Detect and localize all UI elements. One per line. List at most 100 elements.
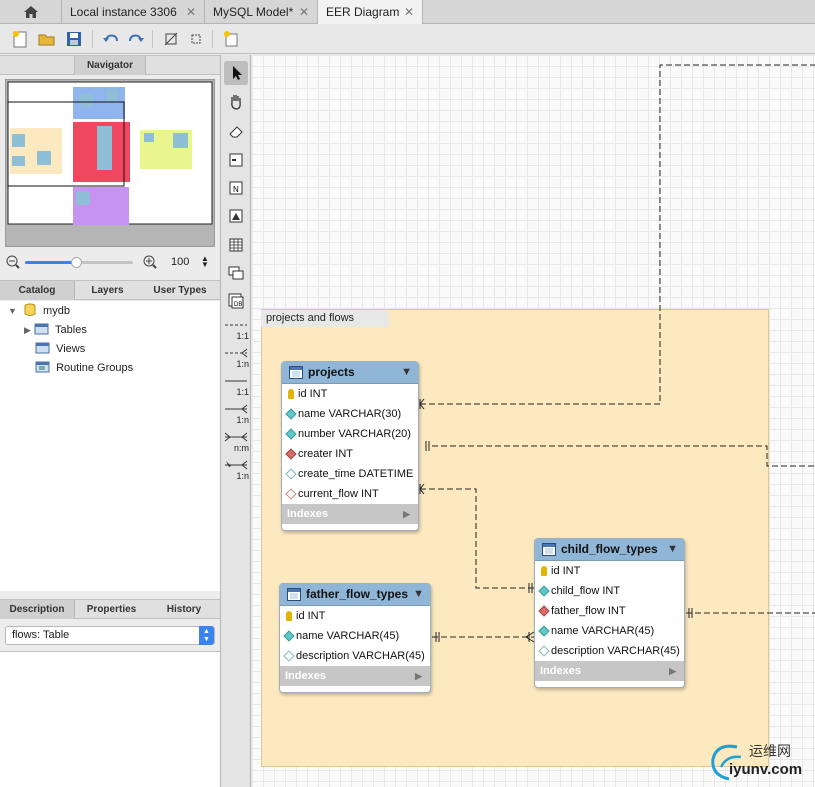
new-model-button[interactable] xyxy=(10,29,30,49)
close-tab-icon[interactable]: ✕ xyxy=(186,0,196,24)
view-tool[interactable] xyxy=(224,261,248,285)
tab-local-instance[interactable]: Local instance 3306 ✕ xyxy=(62,0,205,24)
column-row[interactable]: id INT xyxy=(535,561,684,581)
close-tab-icon[interactable]: ✕ xyxy=(404,0,414,24)
disclosure-closed-icon[interactable]: ▶ xyxy=(24,325,31,335)
eer-diagram-canvas[interactable]: projects and flows projects ▼ id INT nam… xyxy=(252,55,815,787)
column-nullable-icon xyxy=(538,645,550,657)
layer-tool[interactable] xyxy=(224,148,248,172)
relationship-1-1-identifying-tool[interactable]: 1:1 xyxy=(223,375,249,401)
column-row[interactable]: name VARCHAR(45) xyxy=(535,621,684,641)
column-row[interactable]: id INT xyxy=(280,606,430,626)
zoom-out-button[interactable] xyxy=(6,255,20,272)
column-row[interactable]: number VARCHAR(20) xyxy=(282,424,418,444)
collapse-arrow-icon[interactable]: ▼ xyxy=(667,543,678,555)
indexes-section[interactable]: Indexes ▶ xyxy=(282,504,418,524)
tab-layers[interactable]: Layers xyxy=(75,281,140,300)
cursor-arrow-icon xyxy=(233,66,242,80)
relationship-1-n-identifying-tool[interactable]: 1:n xyxy=(223,403,249,429)
table-header[interactable]: projects ▼ xyxy=(282,362,418,384)
zoom-slider[interactable] xyxy=(25,257,133,268)
column-row[interactable]: description VARCHAR(45) xyxy=(535,641,684,661)
expand-arrow-icon[interactable]: ▶ xyxy=(415,666,422,686)
hand-tool[interactable] xyxy=(224,90,248,114)
tree-item-tables[interactable]: ▶ Tables xyxy=(24,321,87,340)
table-header[interactable]: child_flow_types ▼ xyxy=(535,539,684,561)
tree-item-views[interactable]: Views xyxy=(35,340,85,359)
tree-label: Routine Groups xyxy=(56,362,134,374)
relationship-tool-label: n:m xyxy=(233,443,249,453)
table-father-flow-types[interactable]: father_flow_types ▼ id INT name VARCHAR(… xyxy=(279,583,431,693)
relationship-projects-upper[interactable] xyxy=(420,64,815,405)
column-row[interactable]: description VARCHAR(45) xyxy=(280,646,430,666)
toggle-grid-button[interactable] xyxy=(161,29,181,49)
tab-properties[interactable]: Properties xyxy=(75,600,148,619)
catalog-tree: ▼ mydb ▶ Tables Views Routine Groups xyxy=(0,301,220,591)
tab-description[interactable]: Description xyxy=(0,600,75,619)
routine-group-tool[interactable]: DB xyxy=(224,289,248,313)
tree-item-schema[interactable]: ▼ mydb xyxy=(8,302,70,321)
column-row[interactable]: child_flow INT xyxy=(535,581,684,601)
collapse-arrow-icon[interactable]: ▼ xyxy=(401,366,412,378)
tab-mysql-model[interactable]: MySQL Model* ✕ xyxy=(205,0,318,24)
tree-item-routine-groups[interactable]: Routine Groups xyxy=(35,359,133,378)
collapse-arrow-icon[interactable]: ▼ xyxy=(413,588,424,600)
left-sidebar: Navigator 100 ▲ ▼ Catalog Layers User Ty… xyxy=(0,55,221,787)
tab-history[interactable]: History xyxy=(148,600,220,619)
column-row[interactable]: creater INT xyxy=(282,444,418,464)
indexes-section[interactable]: Indexes ▶ xyxy=(535,661,684,681)
zoom-value[interactable]: 100 xyxy=(171,256,189,268)
column-row[interactable]: name VARCHAR(30) xyxy=(282,404,418,424)
expand-arrow-icon[interactable]: ▶ xyxy=(403,504,410,524)
new-diagram-item-button[interactable] xyxy=(221,29,241,49)
table-header[interactable]: father_flow_types ▼ xyxy=(280,584,430,606)
undo-button[interactable] xyxy=(101,29,121,49)
pointer-tool[interactable] xyxy=(224,61,248,85)
align-grid-button[interactable] xyxy=(186,29,206,49)
disclosure-open-icon[interactable]: ▼ xyxy=(8,306,17,316)
description-text-area[interactable] xyxy=(0,651,220,787)
table-projects[interactable]: projects ▼ id INT name VARCHAR(30) numbe… xyxy=(281,361,419,531)
redo-button[interactable] xyxy=(126,29,146,49)
relationship-1-n-non-identifying-tool[interactable]: 1:n xyxy=(223,347,249,373)
tab-user-types[interactable]: User Types xyxy=(140,281,220,300)
relationship-projects-child-flow[interactable] xyxy=(420,488,534,589)
table-icon xyxy=(287,588,301,601)
document-tab-bar: Local instance 3306 ✕ MySQL Model* ✕ EER… xyxy=(0,0,815,25)
column-text: id INT xyxy=(298,388,328,400)
tab-navigator[interactable]: Navigator xyxy=(74,56,146,75)
image-tool[interactable] xyxy=(224,204,248,228)
open-model-button[interactable] xyxy=(37,29,57,49)
close-tab-icon[interactable]: ✕ xyxy=(299,0,309,24)
tab-eer-diagram[interactable]: EER Diagram ✕ xyxy=(318,0,423,25)
relationship-1-1-non-identifying-tool[interactable]: 1:1 xyxy=(223,319,249,345)
tab-catalog[interactable]: Catalog xyxy=(0,281,75,300)
object-selector[interactable]: flows: Table ▲ ▼ xyxy=(5,626,215,645)
primary-key-icon xyxy=(541,566,547,576)
relationship-projects-right[interactable] xyxy=(432,445,815,467)
table-child-flow-types[interactable]: child_flow_types ▼ id INT child_flow INT… xyxy=(534,538,685,688)
column-row[interactable]: father_flow INT xyxy=(535,601,684,621)
indexes-section[interactable]: Indexes ▶ xyxy=(280,666,430,686)
relationship-tool-label: 1:n xyxy=(236,415,249,425)
diagram-navigator-minimap[interactable] xyxy=(5,79,215,247)
column-row[interactable]: name VARCHAR(45) xyxy=(280,626,430,646)
no-grid-icon xyxy=(164,32,178,46)
column-row[interactable]: current_flow INT xyxy=(282,484,418,504)
relationship-existing-columns-tool[interactable]: 1:n xyxy=(223,459,249,485)
select-arrows-icon[interactable]: ▲ ▼ xyxy=(199,626,214,645)
column-row[interactable]: create_time DATETIME xyxy=(282,464,418,484)
relationship-n-m-tool[interactable]: n:m xyxy=(223,431,249,457)
zoom-in-button[interactable] xyxy=(143,255,157,272)
column-row[interactable]: id INT xyxy=(282,384,418,404)
home-tab[interactable] xyxy=(0,0,62,24)
relationship-many-to-many-icon xyxy=(224,432,248,442)
table-tool[interactable] xyxy=(224,233,248,257)
save-model-button[interactable] xyxy=(64,29,84,49)
expand-arrow-icon[interactable]: ▶ xyxy=(669,661,676,681)
eraser-tool[interactable] xyxy=(224,119,248,143)
note-tool[interactable]: N xyxy=(224,176,248,200)
zoom-stepper-icon[interactable]: ▲ ▼ xyxy=(201,255,209,269)
zoom-slider-knob[interactable] xyxy=(71,257,82,268)
indexes-label: Indexes xyxy=(285,670,326,682)
